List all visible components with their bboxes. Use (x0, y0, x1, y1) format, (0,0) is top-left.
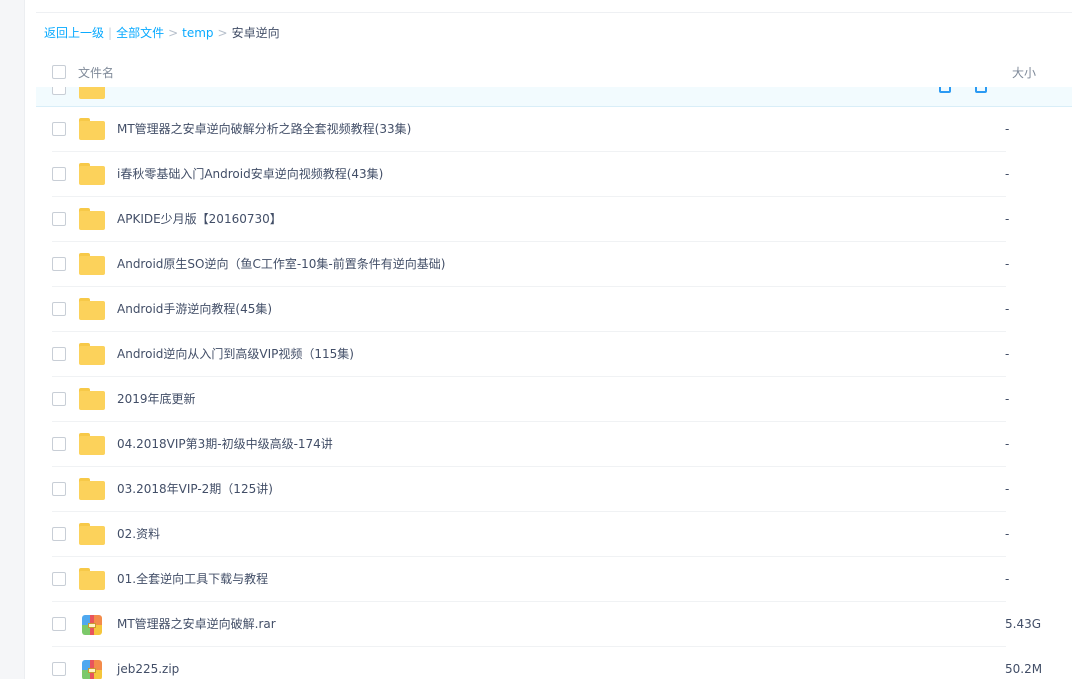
row-checkbox[interactable] (52, 347, 66, 361)
folder-icon (79, 568, 105, 590)
file-name[interactable]: Android原生SO逆向（鱼C工作室-10集-前置条件有逆向基础) (117, 256, 445, 272)
folder-icon (79, 523, 105, 545)
file-name[interactable]: jeb225.zip (117, 661, 179, 677)
file-size: - (1005, 122, 1010, 136)
hovered-row[interactable] (36, 87, 1072, 107)
file-row[interactable]: Android手游逆向教程(45集) - (36, 287, 1072, 332)
share-icon[interactable] (939, 87, 951, 93)
file-size: - (1005, 167, 1010, 181)
file-name[interactable]: MT管理器之安卓逆向破解.rar (117, 616, 276, 632)
row-checkbox[interactable] (52, 662, 66, 676)
file-size: - (1005, 347, 1010, 361)
file-size: - (1005, 437, 1010, 451)
row-checkbox[interactable] (52, 572, 66, 586)
file-name[interactable]: APKIDE少月版【20160730】 (117, 211, 282, 227)
folder-icon (79, 163, 105, 185)
file-row[interactable]: 02.资料 - (36, 512, 1072, 557)
row-checkbox[interactable] (52, 437, 66, 451)
file-list-header: 文件名 大小 (36, 57, 1072, 87)
file-name[interactable]: 03.2018年VIP-2期（125讲) (117, 481, 273, 497)
file-size: - (1005, 482, 1010, 496)
archive-icon (82, 615, 102, 635)
breadcrumb: 返回上一级 | 全部文件 > temp > 安卓逆向 (44, 25, 280, 41)
row-checkbox[interactable] (52, 212, 66, 226)
row-checkbox[interactable] (52, 122, 66, 136)
row-checkbox[interactable] (52, 167, 66, 181)
download-icon[interactable] (975, 87, 987, 93)
row-checkbox[interactable] (52, 482, 66, 496)
file-size: 50.2M (1005, 662, 1043, 676)
folder-icon (79, 298, 105, 320)
folder-icon (79, 253, 105, 275)
folder-icon (79, 388, 105, 410)
row-checkbox[interactable] (52, 302, 66, 316)
archive-icon (82, 660, 102, 679)
file-size: - (1005, 212, 1010, 226)
file-size: - (1005, 302, 1010, 316)
file-list: MT管理器之安卓逆向破解分析之路全套视频教程(33集) - i春秋零基础入门Andr… (36, 87, 1072, 679)
current-folder: 安卓逆向 (231, 26, 280, 40)
file-name[interactable]: MT管理器之安卓逆向破解分析之路全套视频教程(33集) (117, 121, 411, 137)
file-row[interactable]: 04.2018VIP第3期-初级中级高级-174讲 - (36, 422, 1072, 467)
folder-icon (79, 343, 105, 365)
select-all-checkbox[interactable] (52, 65, 66, 79)
file-row[interactable]: 03.2018年VIP-2期（125讲) - (36, 467, 1072, 512)
file-name[interactable]: Android手游逆向教程(45集) (117, 301, 272, 317)
file-row[interactable]: 01.全套逆向工具下载与教程 - (36, 557, 1072, 602)
row-checkbox[interactable] (52, 257, 66, 271)
file-row[interactable]: MT管理器之安卓逆向破解.rar 5.43G (36, 602, 1072, 647)
file-name[interactable]: i春秋零基础入门Android安卓逆向视频教程(43集) (117, 166, 383, 182)
file-size: - (1005, 392, 1010, 406)
row-checkbox[interactable] (52, 617, 66, 631)
file-name[interactable]: 02.资料 (117, 526, 160, 542)
breadcrumb-separator: > (217, 26, 228, 40)
left-sidebar-strip (0, 0, 25, 679)
file-size: - (1005, 572, 1010, 586)
file-name[interactable]: Android逆向从入门到高级VIP视频（115集) (117, 346, 354, 362)
folder-icon (79, 433, 105, 455)
folder-icon (79, 118, 105, 140)
top-divider (36, 12, 1072, 13)
back-link[interactable]: 返回上一级 (44, 26, 104, 40)
column-size[interactable]: 大小 (1012, 64, 1036, 81)
row-checkbox[interactable] (52, 87, 66, 95)
file-size: 5.43G (1005, 617, 1042, 631)
file-row[interactable]: APKIDE少月版【20160730】 - (36, 197, 1072, 242)
temp-folder-link[interactable]: temp (182, 26, 213, 40)
row-checkbox[interactable] (52, 527, 66, 541)
row-checkbox[interactable] (52, 392, 66, 406)
file-row[interactable]: jeb225.zip 50.2M (36, 647, 1072, 679)
folder-icon (79, 478, 105, 500)
file-name[interactable]: 01.全套逆向工具下载与教程 (117, 571, 268, 587)
all-files-link[interactable]: 全部文件 (116, 26, 164, 40)
file-name[interactable]: 2019年底更新 (117, 391, 196, 407)
file-size: - (1005, 257, 1010, 271)
file-row[interactable]: 2019年底更新 - (36, 377, 1072, 422)
column-filename[interactable]: 文件名 (78, 64, 114, 81)
folder-icon (79, 87, 105, 99)
file-row[interactable]: MT管理器之安卓逆向破解分析之路全套视频教程(33集) - (36, 107, 1072, 152)
file-row[interactable]: Android原生SO逆向（鱼C工作室-10集-前置条件有逆向基础) - (36, 242, 1072, 287)
breadcrumb-pipe: | (108, 26, 113, 40)
file-size: - (1005, 527, 1010, 541)
breadcrumb-separator: > (168, 26, 179, 40)
file-name[interactable]: 04.2018VIP第3期-初级中级高级-174讲 (117, 436, 333, 452)
folder-icon (79, 208, 105, 230)
file-row[interactable]: Android逆向从入门到高级VIP视频（115集) - (36, 332, 1072, 377)
file-row[interactable]: i春秋零基础入门Android安卓逆向视频教程(43集) - (36, 152, 1072, 197)
